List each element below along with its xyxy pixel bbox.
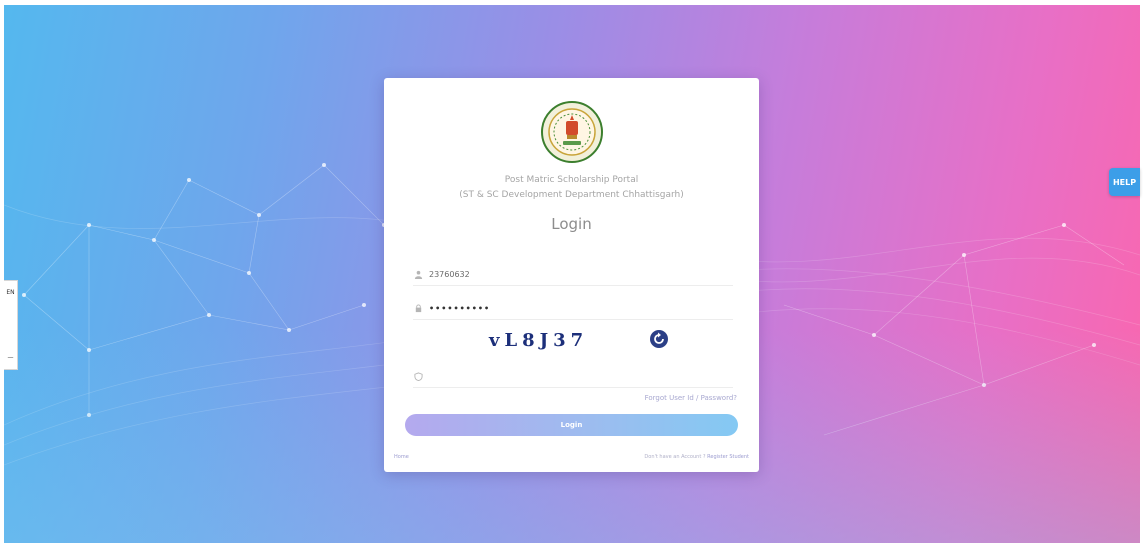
help-button[interactable]: HELP bbox=[1109, 168, 1140, 196]
refresh-icon[interactable] bbox=[649, 329, 669, 349]
home-link[interactable]: Home bbox=[394, 454, 409, 460]
portal-title: Post Matric Scholarship Portal bbox=[504, 175, 639, 185]
password-field[interactable]: •••••••••• bbox=[413, 297, 733, 320]
register-prompt: Don't have an Account ? Register Student bbox=[644, 454, 749, 460]
no-account-text: Don't have an Account ? bbox=[644, 454, 706, 460]
login-button[interactable]: Login bbox=[405, 414, 738, 436]
state-emblem-logo bbox=[541, 101, 603, 163]
username-value: 23760632 bbox=[429, 269, 470, 279]
captcha-input-field[interactable] bbox=[413, 365, 733, 388]
register-student-link[interactable]: Register Student bbox=[707, 454, 749, 460]
forgot-password-link[interactable]: Forgot User Id / Password? bbox=[645, 394, 737, 402]
lock-icon bbox=[413, 303, 423, 313]
login-heading: Login bbox=[551, 215, 592, 233]
user-icon bbox=[413, 269, 423, 279]
password-value: •••••••••• bbox=[429, 303, 491, 313]
portal-subtitle: (ST & SC Development Department Chhattis… bbox=[459, 190, 684, 200]
side-tab-top-label: EN bbox=[6, 289, 15, 296]
captcha-image: vL8J37 bbox=[489, 329, 589, 351]
login-card: Post Matric Scholarship Portal (ST & SC … bbox=[384, 78, 759, 472]
username-field[interactable]: 23760632 bbox=[413, 263, 733, 286]
side-tab-bottom-label: — bbox=[7, 354, 14, 361]
side-language-tab[interactable]: EN — bbox=[4, 280, 18, 370]
shield-icon bbox=[413, 371, 423, 381]
